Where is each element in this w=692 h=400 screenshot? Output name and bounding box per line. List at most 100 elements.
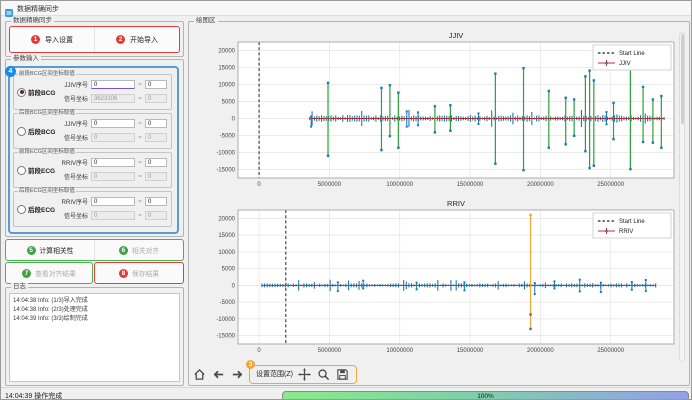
step-5-badge: 5	[27, 246, 36, 255]
save-icon[interactable]	[336, 367, 350, 381]
save-result-label: 保存结果	[132, 268, 159, 278]
jjiv-chart[interactable]: 20000150001000050000-5000-10000-15000050…	[192, 29, 678, 195]
value-input-from[interactable]: 0	[91, 133, 135, 142]
param-row: JJIV序号 0 ~ 0	[58, 118, 167, 129]
svg-text:25000000: 25000000	[597, 182, 624, 188]
svg-text:RRIV: RRIV	[447, 199, 465, 208]
svg-text:15000: 15000	[218, 233, 235, 239]
step8-annotation-frame: 8 保存结果	[94, 262, 184, 284]
status-message: 14:04:39 操作完成	[5, 391, 62, 400]
window-title: 数据精确同步	[17, 4, 59, 14]
import-settings-button[interactable]: 1 导入设置	[10, 27, 94, 52]
value-input-to[interactable]: 0	[145, 80, 167, 89]
range-tilde: ~	[135, 160, 145, 166]
log-line: 14:04:38 Info: (1/3)导入完成	[13, 297, 176, 306]
svg-text:JJIV: JJIV	[449, 31, 464, 40]
value-input-from[interactable]: 0	[91, 80, 135, 89]
value-input-to[interactable]: 0	[145, 158, 167, 167]
radio-label: 前段BCG	[28, 87, 55, 97]
value-input-from[interactable]: 0	[91, 172, 135, 181]
forward-arrow-icon[interactable]	[230, 367, 244, 381]
radio-label: 后段BCG	[28, 126, 55, 136]
field-label: 信号坐标	[58, 133, 91, 142]
log-group: 日志 14:04:38 Info: (1/3)导入完成 14:04:38 Inf…	[5, 287, 184, 386]
param-group-rear-ecg: 后段ECG区间坐标取值 后段ECG RRIV序号 0 ~ 0 信号坐标 0 ~ …	[13, 191, 172, 227]
step-2-badge: 2	[116, 35, 125, 44]
radio-rear-bcg[interactable]: 后段BCG	[17, 126, 55, 136]
start-import-button[interactable]: 2 开始导入	[94, 27, 179, 52]
svg-text:0: 0	[232, 117, 236, 123]
value-input-from[interactable]: 0	[91, 119, 135, 128]
radio-icon[interactable]	[17, 127, 26, 136]
radio-icon[interactable]	[17, 205, 26, 214]
field-label: RRIV序号	[58, 197, 91, 206]
correlation-align-button[interactable]: 6 相关对齐	[94, 240, 183, 260]
param-group-front-bcg: 前段BCG区间坐标取值 前段BCG JJIV序号 0 ~ 0 信号坐标 3623…	[13, 74, 172, 110]
save-result-button[interactable]: 8 保存结果	[95, 263, 183, 283]
log-group-title: 日志	[11, 283, 28, 291]
value-input-to[interactable]: 0	[145, 119, 167, 128]
svg-text:10000000: 10000000	[386, 348, 413, 354]
value-input-to[interactable]: 0	[145, 133, 167, 142]
field-label: JJIV序号	[58, 80, 91, 89]
param-row: RRIV序号 0 ~ 0	[58, 157, 167, 168]
param-group-front-ecg: 前段ECG区间坐标取值 前段ECG RRIV序号 0 ~ 0 信号坐标 0 ~ …	[13, 152, 172, 188]
zoom-icon[interactable]	[317, 367, 331, 381]
log-output[interactable]: 14:04:38 Info: (1/3)导入完成 14:04:38 Info: …	[9, 293, 180, 382]
plot-area-group: 绘图区 20000150001000050000-5000-10000-1500…	[188, 21, 690, 386]
svg-text:-10000: -10000	[216, 151, 235, 157]
radio-icon[interactable]	[17, 88, 26, 97]
params-group-title: 参数输入	[11, 55, 41, 63]
start-import-label: 开始导入	[130, 35, 158, 45]
progress-label: 100%	[477, 393, 494, 400]
view-align-result-button[interactable]: 7 查看对齐结果	[6, 263, 92, 283]
svg-text:15000000: 15000000	[457, 348, 484, 354]
svg-text:JJIV: JJIV	[619, 61, 631, 67]
scrollbar-thumb[interactable]	[681, 34, 684, 124]
rriv-chart[interactable]: 20000150001000050000-5000-10000-15000050…	[192, 197, 678, 361]
value-input-from[interactable]: 0	[91, 197, 135, 206]
svg-text:5000000: 5000000	[318, 348, 342, 354]
value-input-to[interactable]: 0	[145, 172, 167, 181]
radio-front-ecg[interactable]: 前段ECG	[17, 165, 55, 175]
svg-text:Start Line: Start Line	[619, 219, 645, 225]
radio-front-bcg[interactable]: 前段BCG	[17, 87, 55, 97]
value-input-from[interactable]: 3623106	[91, 94, 135, 103]
svg-text:0: 0	[257, 182, 261, 188]
svg-text:10000: 10000	[218, 250, 235, 256]
value-input-to[interactable]: 0	[145, 211, 167, 220]
value-input-to[interactable]: 0	[145, 94, 167, 103]
svg-text:-15000: -15000	[216, 334, 235, 340]
value-input-from[interactable]: 0	[91, 158, 135, 167]
value-input-from[interactable]: 0	[91, 211, 135, 220]
log-line: 14:04:38 Info: (2/3)处理完成	[13, 306, 176, 315]
param-group-title: 后段ECG区间坐标取值	[18, 188, 76, 195]
radio-icon[interactable]	[17, 166, 26, 175]
svg-text:5000: 5000	[222, 267, 236, 273]
progress-bar: 100%	[282, 391, 689, 400]
plot-scrollbar[interactable]	[679, 32, 685, 362]
svg-text:15000: 15000	[218, 66, 235, 72]
radio-rear-ecg[interactable]: 后段ECG	[17, 204, 55, 214]
svg-text:0: 0	[257, 348, 261, 354]
value-input-to[interactable]: 0	[145, 197, 167, 206]
pan-icon[interactable]	[298, 367, 312, 381]
range-tilde: ~	[135, 96, 145, 102]
svg-text:20000: 20000	[218, 49, 235, 55]
correlation-align-label: 相关对齐	[132, 245, 159, 255]
param-row: JJIV序号 0 ~ 0	[58, 79, 167, 90]
range-tilde: ~	[135, 121, 145, 127]
param-group-rear-bcg: 后段BCG区间坐标取值 后段BCG JJIV序号 0 ~ 0 信号坐标 0 ~ …	[13, 113, 172, 149]
svg-text:0: 0	[232, 283, 236, 289]
step4-annotation-frame: 4 前段BCG区间坐标取值 前段BCG JJIV序号 0 ~ 0 信号坐标 36…	[8, 66, 179, 234]
step7-annotation-frame: 7 查看对齐结果	[5, 262, 93, 284]
compute-correlation-button[interactable]: 5 计算相关性	[6, 240, 94, 260]
field-label: RRIV序号	[58, 158, 91, 167]
svg-text:-5000: -5000	[220, 134, 236, 140]
svg-text:20000000: 20000000	[527, 182, 554, 188]
range-tilde: ~	[135, 174, 145, 180]
plot-toolbar: 3 设置范围(Z)	[192, 364, 357, 384]
back-arrow-icon[interactable]	[211, 367, 225, 381]
home-icon[interactable]	[192, 367, 206, 381]
set-range-annotation-frame: 3 设置范围(Z)	[249, 365, 357, 384]
